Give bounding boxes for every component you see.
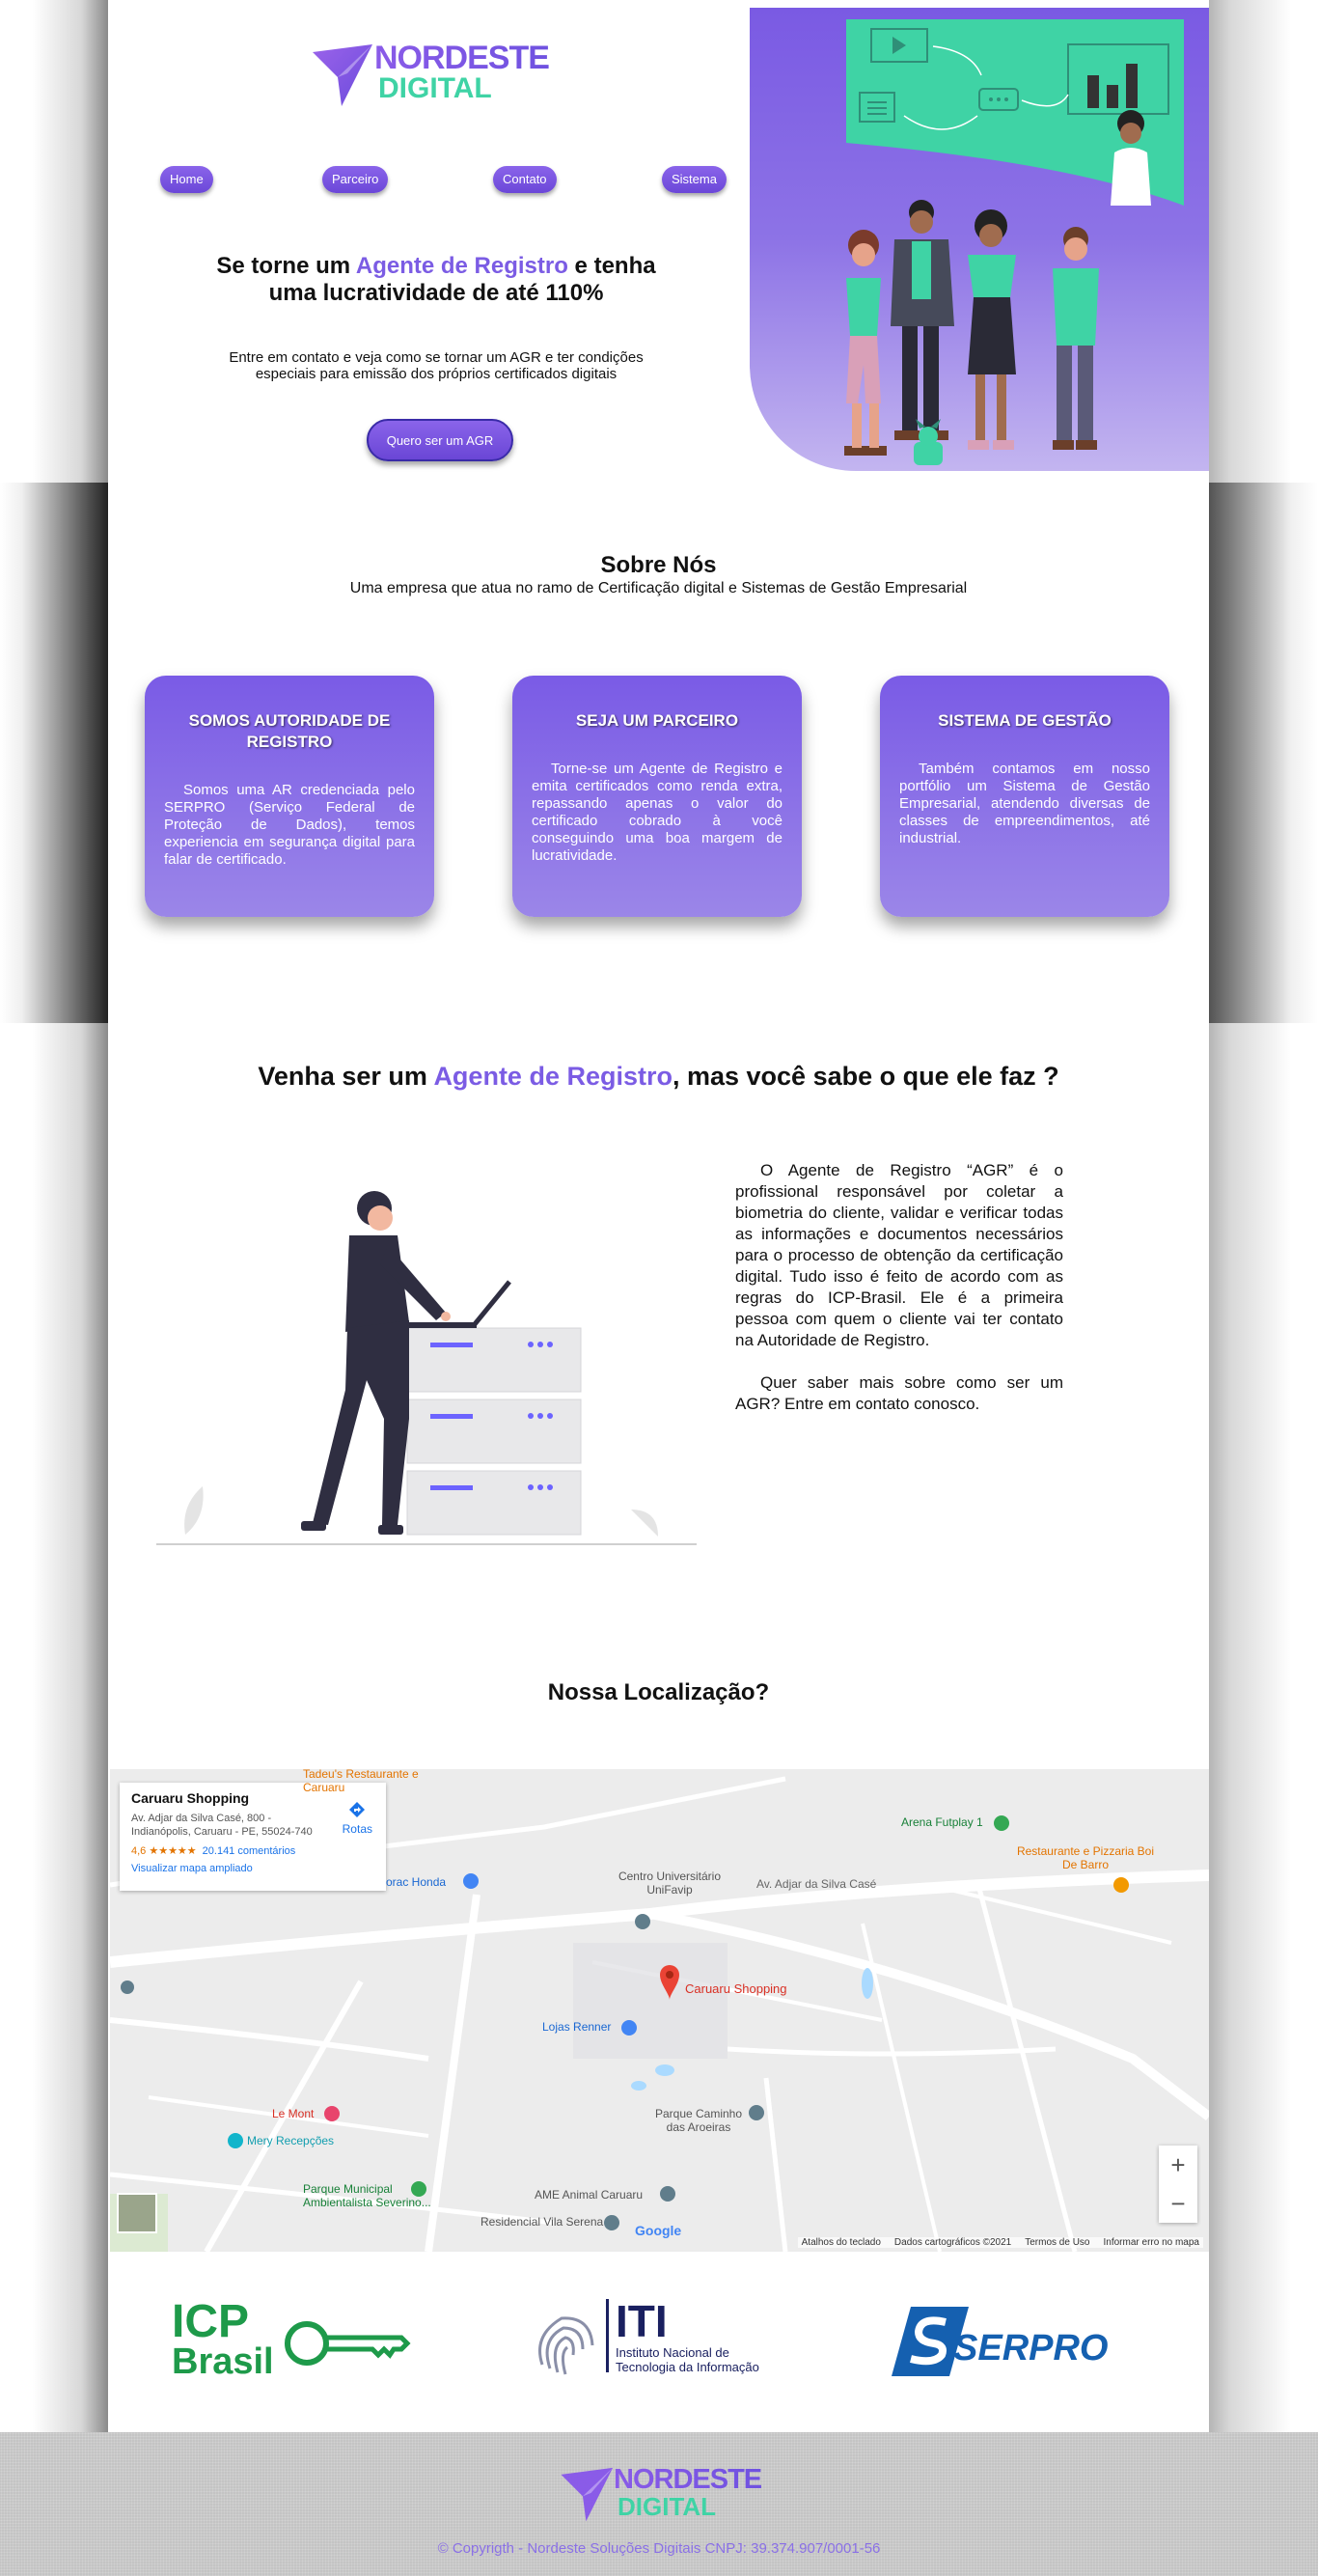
copyright-text: © Copyrigth - Nordeste Soluções Digitais…: [437, 2540, 881, 2557]
map-footer: Atalhos do teclado Dados cartográficos ©…: [797, 2237, 1203, 2248]
view-larger-map-link[interactable]: Visualizar mapa ampliado: [131, 1863, 374, 1874]
brand-logo[interactable]: NORDESTE DIGITAL: [309, 37, 550, 108]
hero-title: Se torne um Agente de Registro e tenha u…: [216, 253, 656, 306]
map-label-honda: orac Honda: [386, 1875, 447, 1889]
card-text: Torne-se um Agente de Registro e emita c…: [532, 761, 783, 864]
card-title: SOMOS AUTORIDADE DE REGISTRO: [188, 711, 391, 751]
zoom-out-button[interactable]: −: [1159, 2184, 1197, 2223]
logo-arrow-icon: [313, 44, 372, 106]
key-icon: [285, 2321, 411, 2366]
map-label-restaurante: Restaurante e Pizzaria Boi De Barro: [1016, 1844, 1155, 1871]
map-label-shopping: Caruaru Shopping: [685, 1981, 787, 1996]
map-label-parque-caminho: Parque Caminho das Aroeiras: [654, 2107, 743, 2134]
main-nav: Home Parceiro Contato Sistema: [160, 166, 727, 195]
zoom-in-button[interactable]: +: [1159, 2146, 1197, 2184]
reviews-link[interactable]: 20.141 comentários: [203, 1845, 296, 1857]
nav-parceiro[interactable]: Parceiro: [322, 166, 389, 193]
embedded-map[interactable]: Caruaru Shopping Av. Adjar da Silva Casé…: [110, 1769, 1209, 2252]
directions-icon: [349, 1802, 366, 1817]
footer-brand-logo[interactable]: NORDESTE DIGITAL: [558, 2461, 762, 2523]
agr-text: O Agente de Registro “AGR” é o profissio…: [735, 1160, 1063, 1415]
google-logo: Google: [635, 2223, 682, 2238]
nav-home[interactable]: Home: [160, 166, 213, 193]
map-label-residencial: Residencial Vila Serena: [481, 2215, 604, 2229]
icp-brasil-logo: ICP Brasil: [172, 2299, 423, 2388]
left-shadow-dark: [0, 483, 108, 1023]
team-illustration: [844, 19, 1184, 465]
agr-paragraph: Quer saber mais sobre como ser um AGR? E…: [735, 1373, 1063, 1413]
map-label-unifavip: Centro Universitário UniFavip: [618, 1870, 722, 1897]
about-title: Sobre Nós: [600, 552, 717, 578]
agr-paragraph: O Agente de Registro “AGR” é o profissio…: [735, 1161, 1063, 1349]
serpro-logo: SERPRO: [892, 2307, 1142, 2384]
left-shadow: [0, 0, 108, 2432]
cta-agr-button[interactable]: Quero ser um AGR: [367, 419, 513, 461]
footer-brand-line2: DIGITAL: [618, 2491, 717, 2521]
map-data-credit: Dados cartográficos ©2021: [893, 2237, 1012, 2248]
iti-logo: ITI Instituto Nacional de Tecnologia da …: [523, 2296, 783, 2394]
brand-line1: NORDESTE: [374, 40, 550, 76]
brand-line2: DIGITAL: [378, 72, 492, 104]
footer-logo-arrow-icon: [561, 2467, 614, 2522]
card-title: SEJA UM PARCEIRO: [575, 711, 739, 730]
fingerprint-icon: [538, 2316, 594, 2375]
nav-contato[interactable]: Contato: [493, 166, 557, 193]
about-subtitle: Uma empresa que atua no ramo de Certific…: [349, 580, 968, 596]
card-text: Também contamos em nosso portfólio um Si…: [899, 761, 1150, 846]
map-label-ame: AME Animal Caruaru: [535, 2188, 644, 2202]
card-text: Somos uma AR credenciada pelo SERPRO (Se…: [164, 782, 415, 868]
map-label-parque-municipal: Parque Municipal Ambientalista Severino.…: [303, 2182, 431, 2209]
zoom-controls: + −: [1159, 2146, 1197, 2223]
nav-sistema[interactable]: Sistema: [662, 166, 727, 193]
card-title: SISTEMA DE GESTÃO: [938, 711, 1112, 730]
card-autoridade: SOMOS AUTORIDADE DE REGISTRO Somos uma A…: [145, 676, 434, 917]
agr-illustration: [156, 1191, 697, 1545]
map-terms-link[interactable]: Termos de Uso: [1025, 2237, 1089, 2248]
directions-button[interactable]: Rotas: [343, 1800, 372, 1836]
location-title: Nossa Localização?: [547, 1679, 770, 1705]
map-label-mery: Mery Recepções: [247, 2134, 335, 2147]
hero-illustration: [750, 8, 1209, 471]
map-label-arena: Arena Futplay 1: [901, 1815, 983, 1829]
card-parceiro: SEJA UM PARCEIRO Torne-se um Agente de R…: [512, 676, 802, 917]
site-footer: NORDESTE DIGITAL © Copyrigth - Nordeste …: [0, 2432, 1318, 2576]
place-address: Av. Adjar da Silva Casé, 800 - Indianópo…: [131, 1813, 313, 1838]
hero-text: Entre em contato e veja como se tornar u…: [229, 349, 644, 382]
agr-title-accent: Agente de Registro: [433, 1062, 673, 1091]
footer-brand-line1: NORDESTE: [614, 2463, 762, 2495]
map-label-lemont: Le Mont: [272, 2107, 315, 2120]
place-rating: 4,6 ★★★★★ 20.141 comentários: [131, 1845, 296, 1857]
map-shortcuts-link[interactable]: Atalhos do teclado: [802, 2237, 881, 2248]
agr-title: Venha ser um Agente de Registro, mas voc…: [258, 1062, 1059, 1091]
hero-title-accent: Agente de Registro: [355, 253, 568, 279]
map-label-tadeu: Tadeu's Restaurante e Caruaru: [303, 1769, 419, 1794]
partners-row: ICP Brasil ITI Instituto Nacional de Tec: [108, 2278, 1209, 2413]
map-report-link[interactable]: Informar erro no mapa: [1104, 2237, 1200, 2248]
map-label-renner: Lojas Renner: [542, 2020, 612, 2034]
map-label-avenida: Av. Adjar da Silva Casé: [756, 1877, 877, 1891]
page: NORDESTE DIGITAL Home Parceiro Contato S…: [108, 0, 1209, 2432]
card-sistema: SISTEMA DE GESTÃO Também contamos em nos…: [880, 676, 1169, 917]
map-place-card: Caruaru Shopping Av. Adjar da Silva Casé…: [120, 1783, 386, 1891]
